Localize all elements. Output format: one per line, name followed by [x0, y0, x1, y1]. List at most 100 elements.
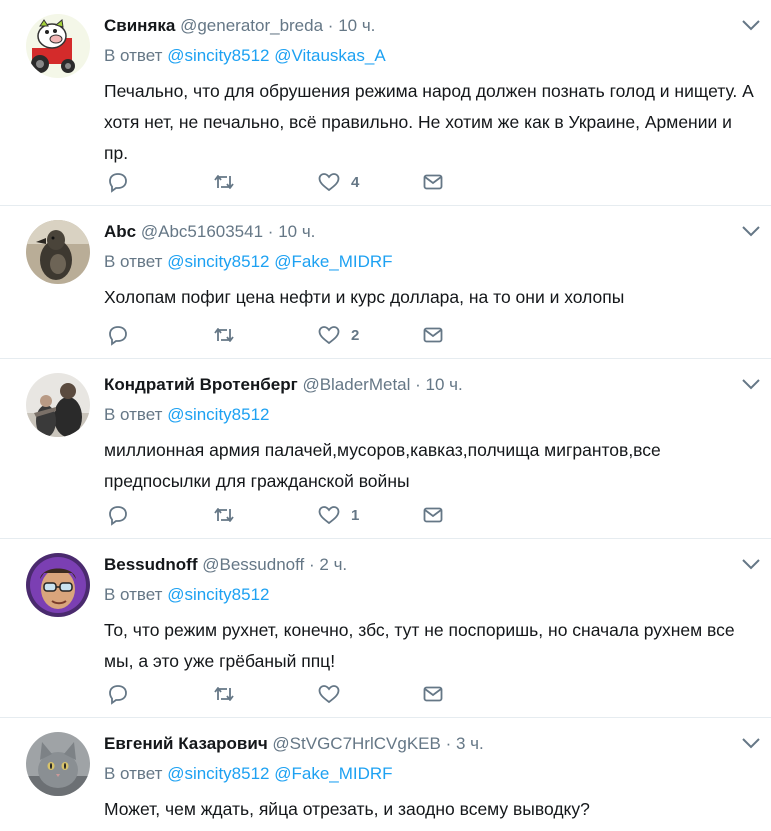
retweet-button[interactable]	[212, 681, 246, 707]
direct-message-button[interactable]	[422, 169, 444, 195]
direct-message-button[interactable]	[422, 681, 444, 707]
user-handle[interactable]: @StVGC7HrlCVgKEB	[272, 734, 440, 753]
chevron-down-icon[interactable]	[741, 557, 761, 571]
heart-icon	[318, 506, 340, 525]
tweet-header: Свиняка @generator_breda · 10 ч.	[104, 14, 751, 38]
direct-message-button[interactable]	[422, 502, 444, 528]
reply-icon	[109, 685, 127, 705]
tweet-text: То, что режим рухнет, конечно, збс, тут …	[104, 620, 735, 671]
retweet-button[interactable]	[212, 169, 246, 195]
like-count: 1	[351, 506, 360, 524]
retweet-icon	[214, 328, 234, 342]
reply-prefix: В ответ	[104, 46, 163, 65]
reply-button[interactable]	[107, 322, 139, 348]
reply-context: В ответ @sincity8512	[104, 404, 751, 426]
timestamp[interactable]: 10 ч.	[338, 16, 375, 35]
tweet[interactable]: Bessudnoff @Bessudnoff · 2 ч. В ответ @s…	[0, 539, 771, 718]
like-button[interactable]: 1	[317, 502, 359, 528]
reply-context: В ответ @sincity8512	[104, 584, 751, 606]
timestamp[interactable]: 10 ч.	[278, 222, 315, 241]
mention-link[interactable]: @sincity8512	[167, 405, 269, 424]
tweet-content: Bessudnoff @Bessudnoff · 2 ч. В ответ @s…	[104, 553, 751, 677]
chevron-down-icon[interactable]	[741, 224, 761, 238]
display-name[interactable]: Евгений Казарович	[104, 734, 268, 753]
reply-context: В ответ @sincity8512 @Vitauskas_A	[104, 45, 751, 67]
separator-dot: ·	[267, 222, 274, 241]
chevron-down-icon[interactable]	[741, 377, 761, 391]
separator-dot: ·	[415, 375, 421, 394]
separator-dot: ·	[445, 734, 452, 753]
tweet-content: Евгений Казарович @StVGC7HrlCVgKEB · 3 ч…	[104, 732, 751, 825]
user-handle[interactable]: @Bessudnoff	[202, 555, 304, 574]
envelope-icon	[423, 327, 443, 343]
mention-link[interactable]: @Fake_MIDRF	[274, 252, 392, 271]
retweet-icon	[214, 175, 234, 189]
user-handle[interactable]: @BladerMetal	[302, 375, 410, 394]
heart-icon	[318, 173, 340, 192]
mention-link[interactable]: @Fake_MIDRF	[274, 764, 392, 783]
tweet[interactable]: Евгений Казарович @StVGC7HrlCVgKEB · 3 ч…	[0, 718, 771, 831]
tweet-content: Abc @Abc51603541 · 10 ч. В ответ @sincit…	[104, 220, 751, 313]
timestamp[interactable]: 3 ч.	[456, 734, 484, 753]
reply-button[interactable]	[107, 169, 139, 195]
like-button[interactable]: 4	[317, 169, 359, 195]
timestamp[interactable]: 10 ч.	[426, 375, 463, 394]
heart-icon	[318, 685, 340, 704]
reply-prefix: В ответ	[104, 405, 163, 424]
reply-context: В ответ @sincity8512 @Fake_MIDRF	[104, 763, 751, 785]
reply-icon	[109, 506, 127, 526]
separator-dot: ·	[308, 555, 315, 574]
tweet[interactable]: Кондратий Вротенберг @BladerMetal · 10 ч…	[0, 359, 771, 539]
tweet[interactable]: Abc @Abc51603541 · 10 ч. В ответ @sincit…	[0, 206, 771, 359]
retweet-button[interactable]	[212, 502, 246, 528]
like-count: 2	[351, 326, 360, 344]
retweet-button[interactable]	[212, 322, 246, 348]
like-count: 4	[351, 173, 360, 191]
tweet-text: Холопам пофиг цена нефти и курс доллара,…	[104, 287, 625, 307]
reply-prefix: В ответ	[104, 252, 163, 271]
reply-feed: Свиняка @generator_breda · 10 ч. В ответ…	[0, 0, 771, 831]
avatar[interactable]	[26, 732, 90, 796]
direct-message-button[interactable]	[422, 322, 444, 348]
timestamp[interactable]: 2 ч.	[319, 555, 347, 574]
cartoon-pig-tractor-icon	[26, 14, 90, 78]
display-name[interactable]: Bessudnoff	[104, 555, 198, 574]
tweet-actions: 1	[104, 502, 464, 528]
display-name[interactable]: Abc	[104, 222, 136, 241]
mention-link[interactable]: @sincity8512	[167, 764, 269, 783]
tweet-actions	[104, 681, 464, 707]
tweet-text: миллионная армия палачей,мусоров,кавказ,…	[104, 440, 661, 491]
envelope-icon	[423, 174, 443, 190]
user-handle[interactable]: @Abc51603541	[141, 222, 263, 241]
mention-link[interactable]: @sincity8512	[167, 46, 269, 65]
reply-button[interactable]	[107, 502, 139, 528]
chevron-down-icon[interactable]	[741, 18, 761, 32]
envelope-icon	[423, 686, 443, 702]
avatar[interactable]	[26, 373, 90, 437]
tweet-header: Bessudnoff @Bessudnoff · 2 ч.	[104, 553, 751, 577]
tweet[interactable]: Свиняка @generator_breda · 10 ч. В ответ…	[0, 0, 771, 206]
like-button[interactable]	[317, 681, 351, 707]
reply-icon	[109, 173, 127, 193]
mention-link[interactable]: @sincity8512	[167, 585, 269, 604]
tweet-header: Евгений Казарович @StVGC7HrlCVgKEB · 3 ч…	[104, 732, 751, 756]
avatar[interactable]	[26, 553, 90, 617]
tweet-actions: 4	[104, 169, 464, 195]
user-handle[interactable]: @generator_breda	[180, 16, 323, 35]
tweet-text: Печально, что для обрушения режима народ…	[104, 81, 754, 163]
display-name[interactable]: Кондратий Вротенберг	[104, 375, 298, 394]
avatar[interactable]	[26, 14, 90, 78]
mention-link[interactable]: @Vitauskas_A	[274, 46, 385, 65]
chevron-down-icon[interactable]	[741, 736, 761, 750]
separator-dot: ·	[327, 16, 334, 35]
tweet-content: Кондратий Вротенберг @BladerMetal · 10 ч…	[104, 373, 751, 497]
reply-button[interactable]	[107, 681, 139, 707]
tweet-text: Может, чем ждать, яйца отрезать, и заодн…	[104, 799, 590, 819]
reply-context: В ответ @sincity8512 @Fake_MIDRF	[104, 251, 751, 273]
like-button[interactable]: 2	[317, 322, 359, 348]
heart-icon	[318, 326, 340, 345]
mention-link[interactable]: @sincity8512	[167, 252, 269, 271]
gray-cat-icon	[26, 732, 90, 796]
avatar[interactable]	[26, 220, 90, 284]
display-name[interactable]: Свиняка	[104, 16, 175, 35]
